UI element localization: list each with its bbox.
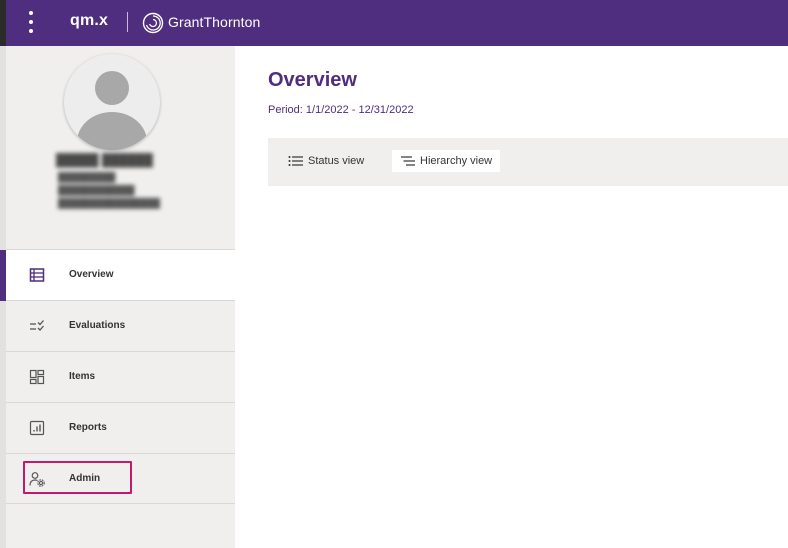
user-detail: ████████████ bbox=[58, 185, 135, 195]
sidebar-item-label: Admin bbox=[69, 473, 101, 484]
brand-name: GrantThornton bbox=[168, 14, 261, 30]
hierarchy-list-icon bbox=[401, 156, 415, 166]
sidebar-item-label: Overview bbox=[69, 269, 114, 280]
sidebar-item-items[interactable]: Items bbox=[6, 351, 235, 402]
tab-label: Status view bbox=[308, 155, 365, 167]
header-divider bbox=[127, 12, 128, 32]
sidebar-item-evaluations[interactable]: Evaluations bbox=[6, 300, 235, 351]
top-bar: qm.x GrantThornton bbox=[0, 0, 788, 46]
tab-status-view[interactable]: Status view bbox=[280, 150, 372, 172]
checklist-icon bbox=[30, 320, 44, 331]
sidebar-item-label: Reports bbox=[69, 422, 107, 433]
user-detail: ████████████████ bbox=[58, 198, 161, 208]
avatar[interactable] bbox=[64, 54, 160, 150]
vertical-dots-icon[interactable] bbox=[24, 9, 38, 35]
user-name: █████ ██████ bbox=[56, 153, 153, 167]
avatar-head bbox=[95, 71, 129, 105]
sidebar-item-label: Items bbox=[69, 371, 96, 382]
grant-thornton-logo-icon bbox=[142, 12, 164, 34]
period-label: Period: 1/1/2022 - 12/31/2022 bbox=[268, 104, 414, 116]
view-toolbar: Status view Hierarchy view bbox=[268, 138, 788, 186]
avatar-body bbox=[77, 112, 147, 150]
app-name[interactable]: qm.x bbox=[70, 12, 108, 30]
tab-label: Hierarchy view bbox=[420, 155, 493, 167]
page-title: Overview bbox=[268, 69, 357, 91]
sidebar-nav: Overview Evaluations Items Reports Admin bbox=[0, 249, 235, 504]
sidebar-item-reports[interactable]: Reports bbox=[6, 402, 235, 453]
sidebar-item-label: Evaluations bbox=[69, 320, 126, 331]
top-bar-edge bbox=[0, 0, 6, 46]
sidebar-item-admin[interactable]: Admin bbox=[6, 453, 235, 504]
table-list-icon bbox=[29, 268, 45, 282]
user-gear-icon bbox=[29, 472, 45, 487]
tab-hierarchy-view[interactable]: Hierarchy view bbox=[392, 150, 501, 172]
dashboard-grid-icon bbox=[29, 369, 45, 385]
list-icon bbox=[288, 156, 303, 166]
user-detail: █████████ bbox=[58, 172, 116, 182]
report-chart-icon bbox=[29, 420, 45, 436]
user-info-blurred: █████ ██████ █████████ ████████████ ████… bbox=[52, 153, 202, 210]
sidebar-item-overview[interactable]: Overview bbox=[0, 249, 235, 301]
